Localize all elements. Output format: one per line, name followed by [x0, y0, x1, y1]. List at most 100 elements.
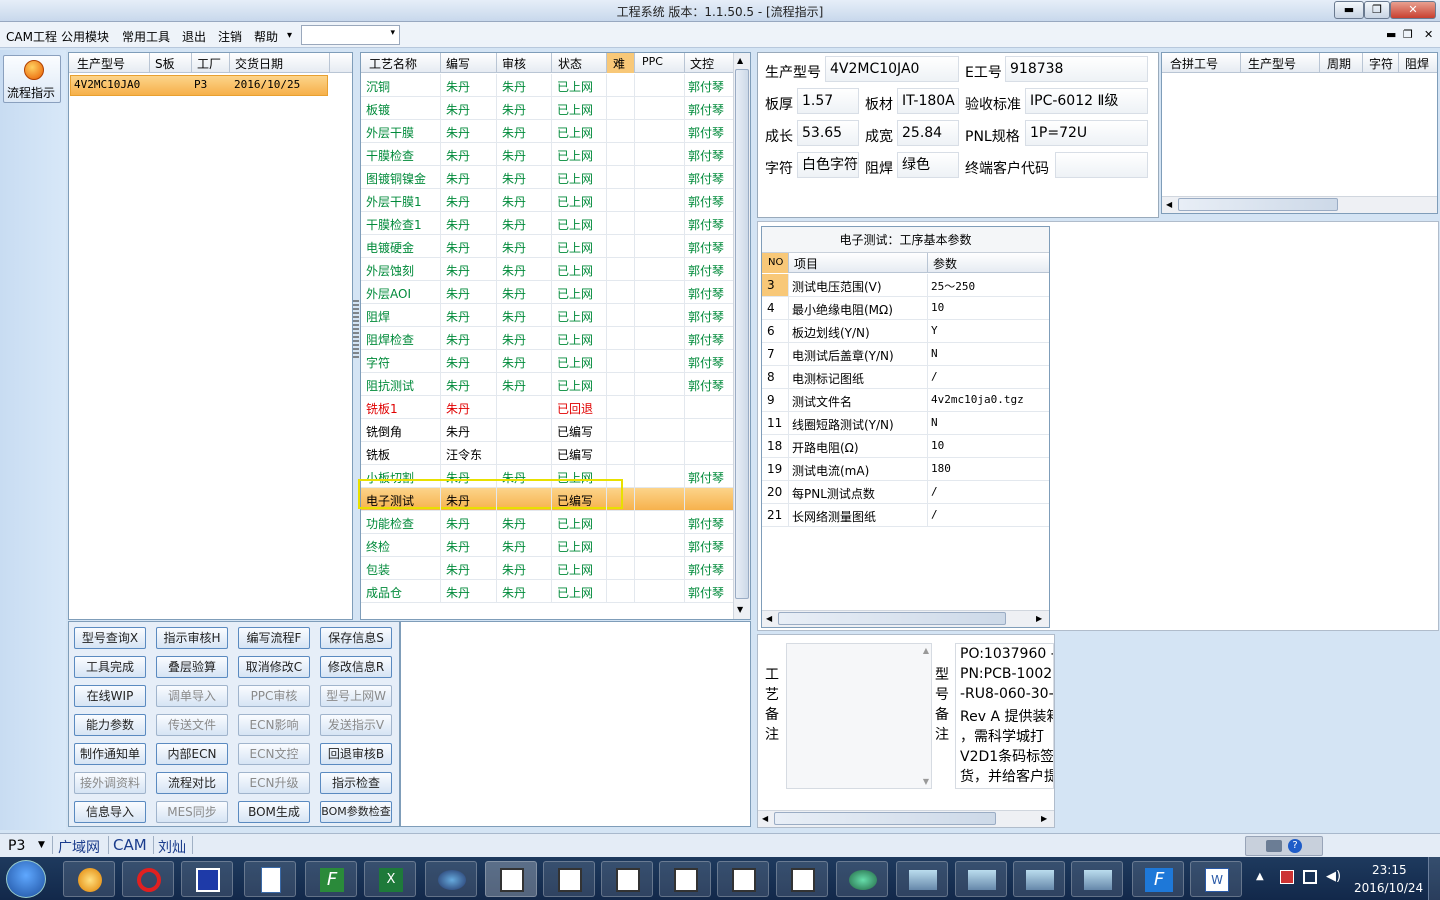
action-button[interactable]: 编写流程F [238, 627, 310, 649]
scroll-down-icon[interactable]: ▼ [923, 777, 929, 786]
param-row[interactable]: 11 线圈短路测试(Y/N) N [762, 412, 1049, 435]
merge-col-model[interactable]: 生产型号 [1248, 55, 1296, 72]
taskbar-app-8[interactable] [485, 861, 537, 897]
merge-col-mask[interactable]: 阻焊 [1405, 55, 1429, 72]
table-row[interactable]: 铣板 汪令东 已编写 [361, 442, 733, 465]
taskbar-app-14[interactable] [836, 861, 888, 897]
job-col-model[interactable]: 生产型号 [77, 55, 125, 72]
col-process-name[interactable]: 工艺名称 [369, 55, 417, 72]
taskbar-app-15[interactable] [896, 861, 948, 897]
process-remark-box[interactable]: ▲ ▼ [786, 643, 932, 789]
chevron-down-icon[interactable]: ▾ [390, 28, 395, 38]
scroll-left-icon[interactable]: ◀ [762, 814, 768, 823]
taskbar-app-7[interactable] [425, 861, 477, 897]
params-hscrollbar[interactable]: ◀ ▶ [762, 610, 1049, 627]
col-review[interactable]: 审核 [502, 55, 526, 72]
table-row[interactable]: 4V2MC10JA0 P3 2016/10/25 [70, 75, 328, 96]
remarks-hscrollbar[interactable]: ◀ ▶ [758, 810, 1054, 827]
scroll-left-icon[interactable]: ◀ [1166, 200, 1172, 209]
action-button[interactable]: MES同步 [156, 801, 228, 823]
network-icon[interactable] [1303, 870, 1317, 884]
col-difficulty[interactable]: 难 [613, 55, 625, 72]
table-row[interactable]: 终检 朱丹 朱丹 已上网 郭付琴 [361, 534, 733, 557]
splitter-handle[interactable] [353, 300, 359, 360]
help-icon[interactable]: ? [1288, 839, 1302, 853]
action-button[interactable]: 内部ECN [156, 743, 228, 765]
taskbar-app-10[interactable] [601, 861, 653, 897]
taskbar-app-12[interactable] [717, 861, 769, 897]
scroll-right-icon[interactable]: ▶ [1041, 814, 1047, 823]
action-button[interactable]: 修改信息R [320, 656, 392, 678]
taskbar-app-17[interactable] [1013, 861, 1065, 897]
menu-exit[interactable]: 退出 [182, 28, 206, 45]
action-button[interactable]: 接外调资料 [74, 772, 146, 794]
thickness-field[interactable]: 1.57 [797, 88, 859, 114]
process-scrollbar[interactable]: ▲ ▼ [733, 53, 750, 619]
table-row-selected[interactable]: 电子测试 朱丹 已编写 [358, 479, 733, 511]
action-button[interactable]: 指示审核H [156, 627, 228, 649]
start-button[interactable] [6, 860, 46, 898]
model-remark-box[interactable]: PO:1037960 - PN:PCB-10025 -RU8-060-30-S Rev… [955, 643, 1054, 789]
mdi-restore-button[interactable]: ❐ [1403, 28, 1413, 41]
volume-icon[interactable]: ◀) [1326, 869, 1341, 884]
action-button[interactable]: 信息导入 [74, 801, 146, 823]
action-button[interactable]: ECN文控 [238, 743, 310, 765]
menu-tools[interactable]: 常用工具 [122, 28, 170, 45]
table-row[interactable]: 外层AOI 朱丹 朱丹 已上网 郭付琴 [361, 281, 733, 304]
merge-scroll-thumb[interactable] [1178, 198, 1338, 211]
action-button[interactable]: ECN影响 [238, 714, 310, 736]
table-row[interactable]: 字符 朱丹 朱丹 已上网 郭付琴 [361, 350, 733, 373]
param-row[interactable]: 9 测试文件名 4v2mc10ja0.tgz [762, 389, 1049, 412]
action-button[interactable]: 制作通知单 [74, 743, 146, 765]
action-button[interactable]: 传送文件 [156, 714, 228, 736]
job-col-sboard[interactable]: S板 [155, 55, 175, 72]
material-field[interactable]: IT-180A [897, 88, 959, 114]
menu-common-modules[interactable]: 公用模块 [61, 28, 109, 45]
param-row[interactable]: 4 最小绝缘电阻(MΩ) 10 [762, 297, 1049, 320]
scroll-down-icon[interactable]: ▼ [737, 605, 743, 614]
taskbar-app-11[interactable] [659, 861, 711, 897]
params-col-item[interactable]: 项目 [794, 255, 818, 272]
action-button[interactable]: 叠层验算 [156, 656, 228, 678]
taskbar-app-3[interactable] [181, 861, 233, 897]
action-button[interactable]: BOM参数检查 [320, 801, 392, 823]
merge-col-job[interactable]: 合拼工号 [1170, 55, 1218, 72]
param-row[interactable]: 18 开路电阻(Ω) 10 [762, 435, 1049, 458]
scroll-right-icon[interactable]: ▶ [1036, 614, 1042, 623]
job-col-factory[interactable]: 工厂 [197, 55, 221, 72]
table-row[interactable]: 阻焊检查 朱丹 朱丹 已上网 郭付琴 [361, 327, 733, 350]
table-row[interactable]: 成品仓 朱丹 朱丹 已上网 郭付琴 [361, 580, 733, 603]
action-button[interactable]: 保存信息S [320, 627, 392, 649]
param-row[interactable]: 20 每PNL测试点数 / [762, 481, 1049, 504]
table-row[interactable]: 图镀铜镍金 朱丹 朱丹 已上网 郭付琴 [361, 166, 733, 189]
flow-indicator-button[interactable]: 流程指示 [3, 55, 61, 103]
taskbar-app-5[interactable]: F [305, 861, 357, 897]
taskbar-app-2[interactable] [122, 861, 174, 897]
col-doc-control[interactable]: 文控 [690, 55, 714, 72]
param-row[interactable]: 7 电测试后盖章(Y/N) N [762, 343, 1049, 366]
table-row[interactable]: 干膜检查 朱丹 朱丹 已上网 郭付琴 [361, 143, 733, 166]
param-row[interactable]: 3 测试电压范围(V) 25～250 [762, 274, 1049, 297]
maximize-button[interactable]: ❐ [1364, 1, 1390, 19]
taskbar-app-4[interactable] [244, 861, 296, 897]
action-button[interactable]: 工具完成 [74, 656, 146, 678]
mdi-close-button[interactable]: ✕ [1424, 28, 1433, 41]
flag-icon[interactable] [1280, 870, 1294, 884]
minimize-button[interactable]: ▬ [1334, 1, 1364, 19]
width-field[interactable]: 25.84 [897, 120, 959, 146]
col-writer[interactable]: 编写 [446, 55, 470, 72]
eno-field[interactable]: 918738 [1005, 56, 1148, 82]
merge-hscrollbar[interactable]: ◀ [1162, 196, 1437, 213]
taskbar-app-19[interactable]: F [1132, 861, 1184, 897]
taskbar-app-20[interactable]: W [1190, 861, 1242, 897]
scroll-up-icon[interactable]: ▲ [923, 646, 929, 655]
table-row[interactable]: 阻焊 朱丹 朱丹 已上网 郭付琴 [361, 304, 733, 327]
table-row[interactable]: 外层蚀刻 朱丹 朱丹 已上网 郭付琴 [361, 258, 733, 281]
taskbar-app-1[interactable] [63, 861, 115, 897]
character-field[interactable]: 白色字符 [797, 152, 859, 178]
length-field[interactable]: 53.65 [797, 120, 859, 146]
action-button[interactable]: PPC审核 [238, 685, 310, 707]
table-row[interactable]: 干膜检查1 朱丹 朱丹 已上网 郭付琴 [361, 212, 733, 235]
merge-col-cycle[interactable]: 周期 [1327, 55, 1351, 72]
table-row[interactable]: 外层干膜1 朱丹 朱丹 已上网 郭付琴 [361, 189, 733, 212]
